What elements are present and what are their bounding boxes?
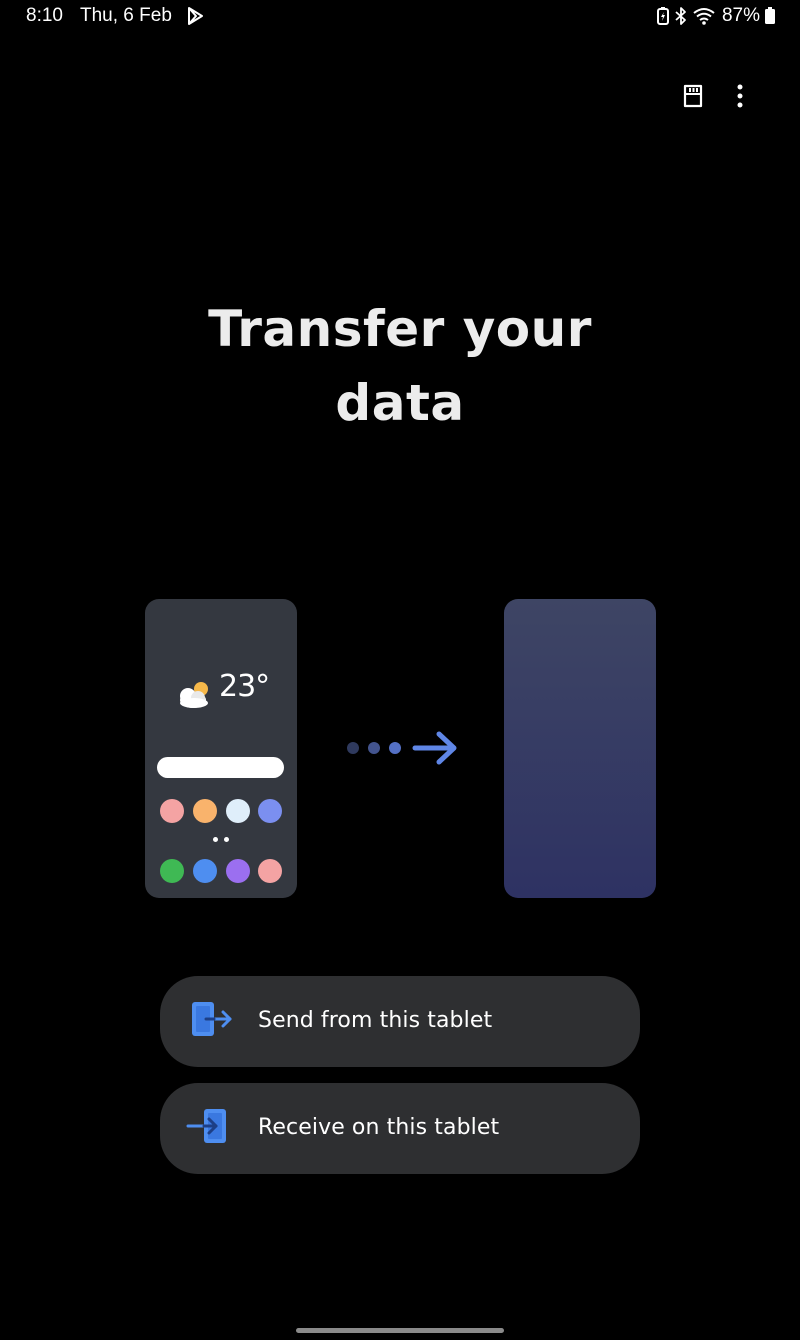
app-dot [193,859,217,883]
page-title: Transfer your data [0,292,800,440]
transfer-arrow-icon [347,731,457,765]
app-dot [258,859,282,883]
home-indicator[interactable] [296,1328,504,1333]
app-dot [226,799,250,823]
page-title-line2: data [335,374,465,432]
page-title-line1: Transfer your [208,300,592,358]
weather-temperature: 23° [219,669,270,704]
wifi-icon [693,8,715,25]
receive-device-icon [186,1109,226,1143]
app-dot [193,799,217,823]
status-time: 8:10 [26,5,63,26]
status-right-icons: 87% [656,5,776,27]
search-bar-illustration [157,757,284,778]
sd-card-button[interactable] [677,80,709,112]
app-dot [258,799,282,823]
receive-on-tablet-label: Receive on this tablet [258,1115,500,1140]
send-from-tablet-label: Send from this tablet [258,1008,493,1033]
target-device-illustration [504,599,656,898]
page-indicator-dot [224,837,229,842]
app-dot [160,859,184,883]
more-vert-icon [737,84,743,108]
source-device-illustration: 23° [145,599,297,898]
battery-percent: 87% [721,5,760,26]
play-store-icon [188,7,203,25]
receive-on-tablet-button[interactable]: Receive on this tablet [160,1083,640,1174]
send-from-tablet-button[interactable]: Send from this tablet [160,976,640,1067]
battery-icon [765,7,775,24]
more-options-button[interactable] [724,80,756,112]
sd-card-icon [683,84,703,108]
bluetooth-icon [675,7,686,25]
status-bar: 8:10 Thu, 6 Feb 87% [0,0,800,34]
app-dot [160,799,184,823]
smart-switch-screen: 8:10 Thu, 6 Feb 87% Transfer your data 2… [0,0,800,1340]
weather-partly-cloudy-icon [180,682,208,708]
status-date: Thu, 6 Feb [80,5,172,26]
app-dot [226,859,250,883]
battery-saver-icon [656,7,669,25]
send-device-icon [192,1002,232,1036]
page-indicator-dot [213,837,218,842]
